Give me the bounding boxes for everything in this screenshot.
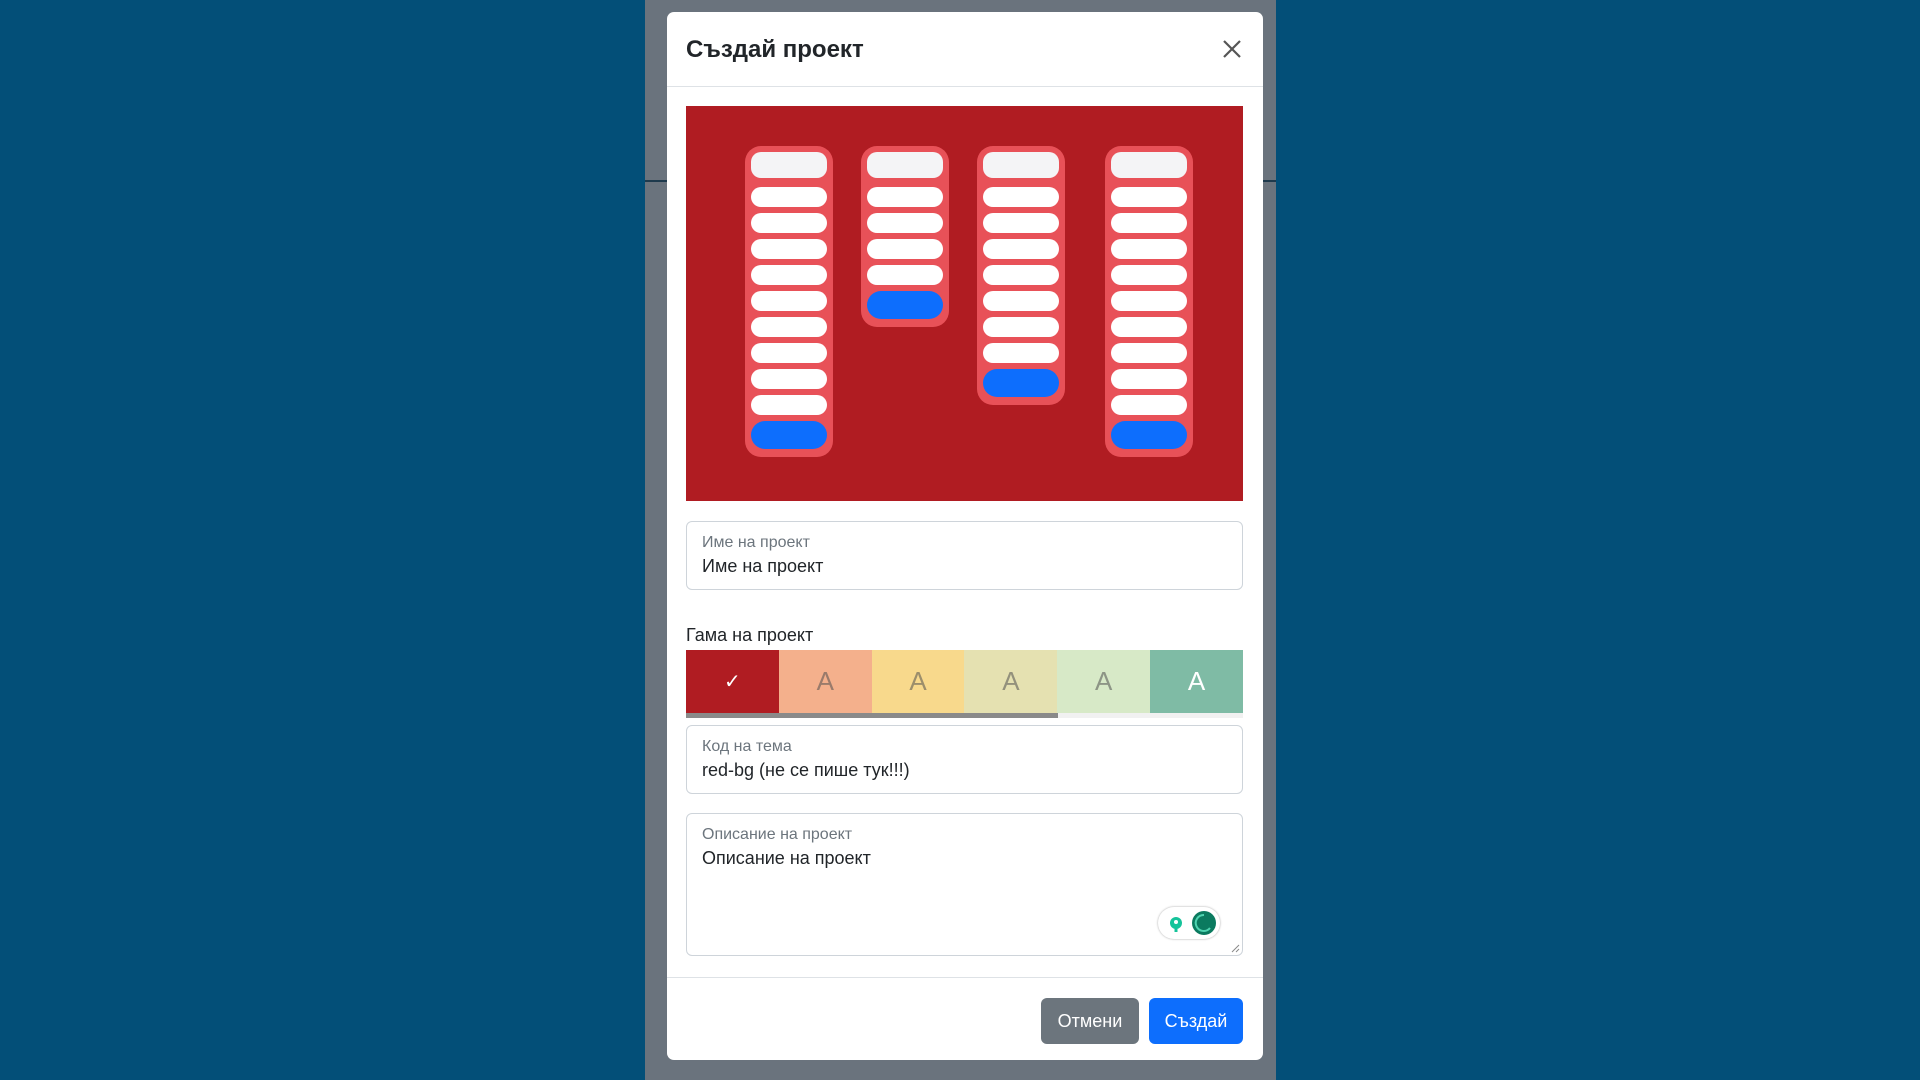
preview-card bbox=[867, 187, 943, 207]
close-button[interactable] bbox=[1215, 32, 1249, 66]
description-field: Описание на проект Описание на проект bbox=[686, 813, 1243, 956]
preview-card bbox=[983, 152, 1059, 178]
preview-card bbox=[1111, 369, 1187, 389]
preview-card bbox=[1111, 239, 1187, 259]
preview-add-card bbox=[983, 369, 1059, 397]
resize-grip-icon[interactable] bbox=[1230, 943, 1240, 953]
palette-swatch[interactable]: A bbox=[1150, 650, 1243, 713]
preview-card bbox=[983, 265, 1059, 285]
preview-card bbox=[867, 213, 943, 233]
theme-code-input[interactable] bbox=[702, 760, 1222, 781]
swatch-letter: A bbox=[909, 666, 927, 696]
palette-swatch[interactable]: A bbox=[778, 650, 872, 713]
preview-add-card bbox=[751, 421, 827, 449]
cancel-button[interactable]: Отмени bbox=[1041, 998, 1139, 1044]
preview-card bbox=[1111, 265, 1187, 285]
project-name-label: Име на проект bbox=[702, 534, 810, 551]
project-name-input[interactable] bbox=[702, 556, 1222, 577]
preview-card bbox=[983, 239, 1059, 259]
theme-code-field: Код на тема bbox=[686, 725, 1243, 794]
swatch-letter: A bbox=[1095, 666, 1113, 696]
create-project-modal: Създай проект Име на проект Гама на прое… bbox=[667, 12, 1263, 1060]
preview-card bbox=[867, 265, 943, 285]
palette-scrollbar[interactable] bbox=[686, 713, 1243, 718]
preview-card bbox=[751, 317, 827, 337]
preview-column bbox=[745, 146, 833, 457]
preview-card bbox=[1111, 395, 1187, 415]
preview-column bbox=[861, 146, 949, 327]
theme-preview bbox=[686, 106, 1243, 501]
palette-swatch[interactable]: A bbox=[964, 650, 1058, 713]
preview-card bbox=[751, 213, 827, 233]
modal-title: Създай проект bbox=[686, 36, 864, 63]
grammar-assistant-widget[interactable] bbox=[1158, 907, 1220, 939]
create-button[interactable]: Създай bbox=[1149, 998, 1243, 1044]
swatch-letter: A bbox=[816, 666, 834, 696]
palette-swatch-selected[interactable]: ✓ bbox=[686, 650, 779, 713]
preview-card bbox=[983, 213, 1059, 233]
preview-card bbox=[1111, 187, 1187, 207]
project-name-field: Име на проект bbox=[686, 521, 1243, 590]
preview-card bbox=[983, 343, 1059, 363]
preview-card bbox=[751, 291, 827, 311]
modal-footer: Отмени Създай bbox=[667, 977, 1263, 1060]
preview-card bbox=[751, 239, 827, 259]
preview-column bbox=[1105, 146, 1193, 457]
close-icon bbox=[1223, 40, 1241, 58]
preview-card bbox=[1111, 213, 1187, 233]
palette-swatch[interactable]: A bbox=[1057, 650, 1151, 713]
palette-swatch[interactable]: A bbox=[871, 650, 965, 713]
description-label: Описание на проект bbox=[702, 826, 853, 843]
preview-card bbox=[1111, 317, 1187, 337]
modal-header: Създай проект bbox=[667, 12, 1263, 87]
preview-add-card bbox=[867, 291, 943, 319]
preview-card bbox=[983, 317, 1059, 337]
swatch-letter: A bbox=[1187, 666, 1206, 696]
theme-code-label: Код на тема bbox=[702, 738, 792, 755]
check-icon: ✓ bbox=[724, 671, 741, 693]
preview-card bbox=[1111, 291, 1187, 311]
preview-card bbox=[751, 343, 827, 363]
preview-card bbox=[983, 291, 1059, 311]
preview-column bbox=[977, 146, 1065, 405]
preview-card bbox=[983, 187, 1059, 207]
palette-scrollbar-thumb[interactable] bbox=[686, 713, 1058, 718]
description-textarea[interactable]: Описание на проект bbox=[702, 848, 1222, 938]
preview-card bbox=[1111, 343, 1187, 363]
palette-selector: ✓ A A A A A bbox=[686, 650, 1243, 713]
preview-card bbox=[751, 369, 827, 389]
preview-card bbox=[751, 395, 827, 415]
preview-card bbox=[867, 239, 943, 259]
preview-card bbox=[751, 152, 827, 178]
preview-card bbox=[751, 187, 827, 207]
preview-card bbox=[1111, 152, 1187, 178]
preview-card bbox=[751, 265, 827, 285]
preview-card bbox=[867, 152, 943, 178]
preview-add-card bbox=[1111, 421, 1187, 449]
swatch-letter: A bbox=[1002, 666, 1020, 696]
palette-label: Гама на проект bbox=[686, 625, 814, 645]
assistant-icon bbox=[1170, 911, 1216, 935]
